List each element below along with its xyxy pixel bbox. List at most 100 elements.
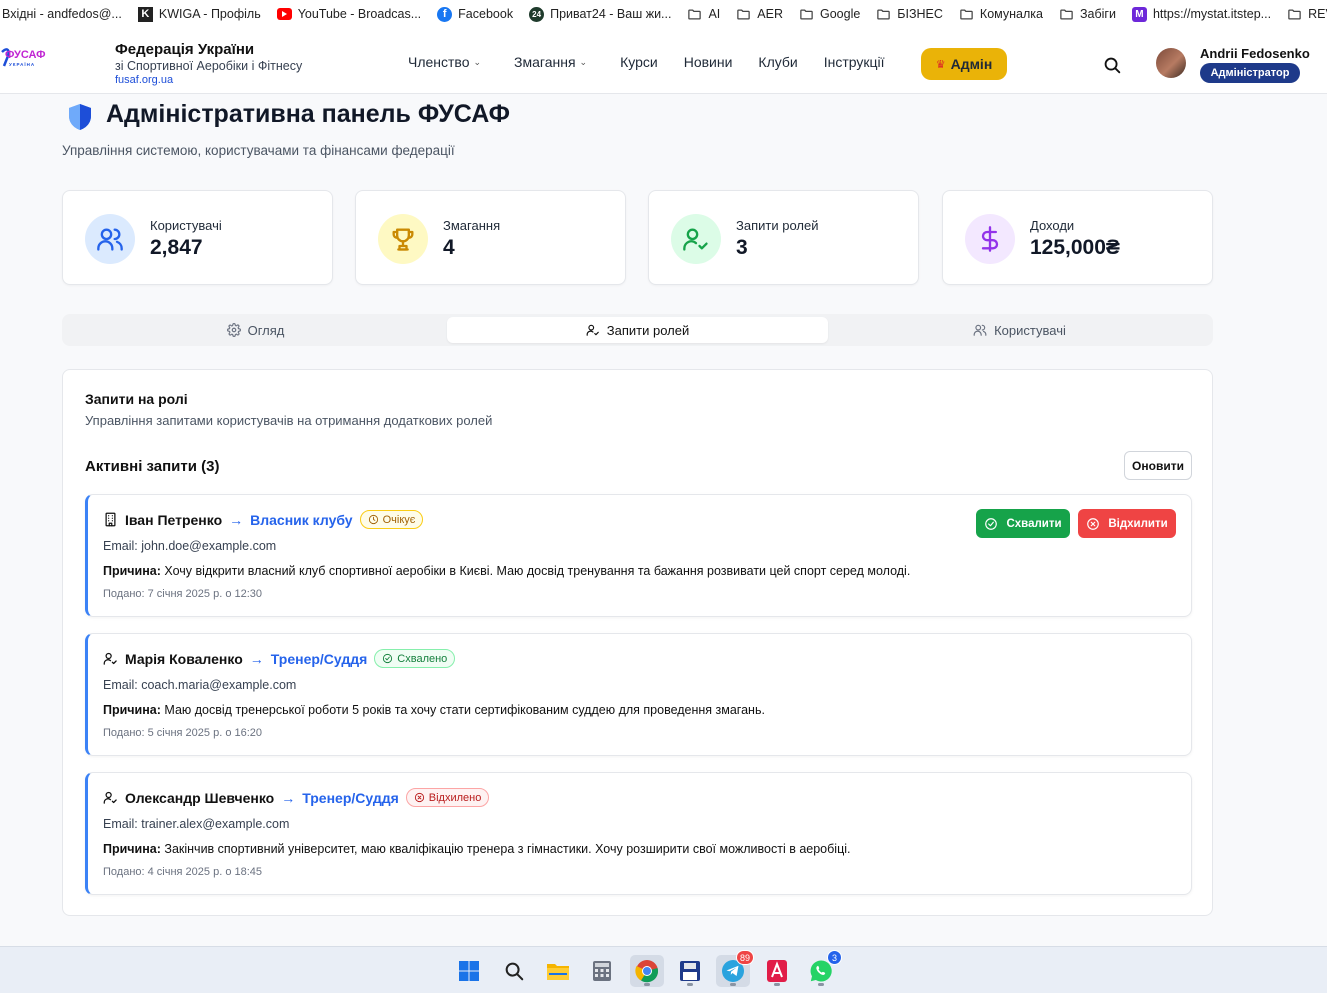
bookmark-item[interactable]: YouTube - Broadcas... bbox=[269, 0, 429, 28]
bookmark-item[interactable]: 24 Приват24 - Ваш жи... bbox=[521, 0, 679, 28]
chrome-icon bbox=[635, 959, 659, 983]
folder-icon bbox=[959, 7, 974, 22]
tab[interactable]: Запити ролей bbox=[447, 317, 828, 343]
arrow-right-icon: → bbox=[281, 789, 296, 806]
reason-prefix: Причина: bbox=[103, 842, 161, 856]
bookmark-item[interactable]: Mhttps://mystat.itstep... bbox=[1124, 0, 1279, 28]
reject-button[interactable]: Відхилити bbox=[1078, 509, 1176, 538]
taskbar-item[interactable] bbox=[630, 955, 664, 987]
folder-icon bbox=[1287, 7, 1302, 22]
brand[interactable]: Федерація України зі Спортивної Аеробіки… bbox=[115, 41, 302, 86]
request-reason-line: Причина: Маю досвід тренерської роботи 5… bbox=[103, 703, 765, 717]
bookmark-item[interactable]: Google bbox=[791, 0, 868, 28]
stat-label: Запити ролей bbox=[736, 218, 819, 233]
page-title: Адміністративна панель ФУСАФ bbox=[106, 100, 511, 128]
request-submitted: Подано: 4 січня 2025 р. о 18:45 bbox=[103, 866, 263, 878]
users-icon bbox=[973, 323, 987, 337]
user-role-badge: Адміністратор bbox=[1200, 63, 1300, 83]
request-user-name: Марія Коваленко bbox=[125, 650, 243, 667]
request-reason-line: Причина: Хочу відкрити власний клуб спор… bbox=[103, 564, 910, 578]
logo-subtext: УКРАЇНА bbox=[9, 61, 35, 67]
panel-description: Управління запитами користувачів на отри… bbox=[85, 413, 493, 428]
running-indicator bbox=[730, 983, 736, 986]
taskbar: 89 3 bbox=[0, 946, 1327, 993]
check-circle-icon bbox=[984, 517, 998, 531]
brand-subtitle: зі Спортивної Аеробіки і Фітнесу bbox=[115, 59, 303, 73]
privat24-icon: 24 bbox=[529, 6, 545, 22]
taskbar-item[interactable] bbox=[497, 955, 531, 987]
notification-badge: 3 bbox=[827, 950, 842, 965]
bookmark-item[interactable]: K KWIGA - Профіль bbox=[130, 0, 269, 28]
dollar-icon bbox=[965, 214, 1015, 264]
request-reason: Маю досвід тренерської роботи 5 років та… bbox=[164, 703, 765, 717]
tab[interactable]: Огляд bbox=[65, 317, 446, 343]
bookmark-item[interactable]: REVIT bbox=[1279, 0, 1327, 28]
nav-item[interactable]: Новини bbox=[671, 48, 746, 76]
folder-icon bbox=[1059, 7, 1074, 22]
taskbar-item[interactable]: 89 bbox=[716, 950, 754, 987]
reject-button-label: Відхилити bbox=[1108, 517, 1168, 530]
bookmark-item[interactable]: Вхідні - andfedos@... bbox=[0, 0, 130, 28]
nav-item[interactable]: Змагання ⌄ bbox=[501, 48, 607, 76]
bookmark-item[interactable]: f Facebook bbox=[429, 0, 521, 28]
taskbar-item[interactable] bbox=[585, 955, 619, 987]
users-icon bbox=[85, 214, 135, 264]
avatar[interactable] bbox=[1156, 48, 1186, 78]
stat-card: Змагання 4 bbox=[355, 190, 626, 285]
stat-card: Користувачі 2,847 bbox=[62, 190, 333, 285]
request-email-line: Email: john.doe@example.com bbox=[103, 539, 276, 553]
user-check-icon bbox=[103, 651, 118, 666]
taskbar-item[interactable] bbox=[760, 955, 794, 987]
request-email-line: Email: trainer.alex@example.com bbox=[103, 817, 289, 831]
nav-item-label: Змагання bbox=[514, 54, 576, 70]
kwiga-icon: K bbox=[137, 6, 153, 22]
folder-icon bbox=[736, 7, 751, 22]
nav-item[interactable]: Курси bbox=[607, 48, 671, 76]
bookmark-label: Приват24 - Ваш жи... bbox=[550, 7, 672, 21]
tab[interactable]: Користувачі bbox=[829, 317, 1210, 343]
bookmark-item[interactable]: AI bbox=[679, 0, 728, 28]
facebook-icon: f bbox=[437, 6, 453, 22]
bookmark-item[interactable]: БІЗНЕС bbox=[868, 0, 951, 28]
bookmark-item[interactable]: Комуналка bbox=[951, 0, 1051, 28]
running-indicator bbox=[687, 983, 693, 986]
user-check-icon bbox=[671, 214, 721, 264]
nav-item-label: Клуби bbox=[758, 54, 798, 70]
taskbar-item[interactable] bbox=[541, 955, 575, 987]
nav-item[interactable]: Клуби bbox=[745, 48, 810, 76]
arrow-right-icon: → bbox=[249, 650, 264, 667]
folder-icon bbox=[876, 7, 891, 22]
admin-button[interactable]: ♛ Адмін bbox=[921, 48, 1007, 80]
tab-label: Запити ролей bbox=[606, 322, 690, 338]
stat-card: Запити ролей 3 bbox=[648, 190, 919, 285]
approve-button[interactable]: Схвалити bbox=[976, 509, 1070, 538]
tab-label: Користувачі bbox=[994, 322, 1066, 338]
brand-site[interactable]: fusaf.org.ua bbox=[115, 74, 302, 86]
stat-label: Користувачі bbox=[150, 218, 222, 233]
logo[interactable]: ФУСАФ УКРАЇНА bbox=[0, 44, 50, 74]
role-requests-panel: Запити на ролі Управління запитами корис… bbox=[62, 369, 1213, 916]
request-reason: Хочу відкрити власний клуб спортивної ае… bbox=[164, 564, 911, 578]
notification-badge: 89 bbox=[735, 950, 754, 965]
request-reason: Закінчив спортивний університет, маю ква… bbox=[164, 842, 851, 856]
mystat-icon: M bbox=[1131, 6, 1147, 22]
status-badge: Відхилено bbox=[405, 788, 490, 807]
search-button[interactable] bbox=[1101, 54, 1123, 76]
nav-item[interactable]: Інструкції bbox=[811, 48, 898, 76]
search-icon bbox=[1104, 57, 1121, 74]
taskbar-item[interactable]: 3 bbox=[804, 950, 842, 987]
chevron-down-icon: ⌄ bbox=[579, 56, 588, 67]
refresh-button[interactable]: Оновити bbox=[1124, 451, 1192, 480]
reason-prefix: Причина: bbox=[103, 703, 161, 717]
nav-item[interactable]: Членство ⌄ bbox=[395, 48, 501, 76]
status-badge: Очікує bbox=[359, 510, 424, 529]
request-email-line: Email: coach.maria@example.com bbox=[103, 678, 296, 692]
bookmark-label: YouTube - Broadcas... bbox=[297, 7, 422, 21]
bookmark-label: Вхідні - andfedos@... bbox=[2, 7, 122, 21]
taskbar-item[interactable] bbox=[452, 955, 486, 987]
bookmark-item[interactable]: AER bbox=[728, 0, 791, 28]
bookmark-item[interactable]: Забіги bbox=[1051, 0, 1124, 28]
save-app-icon bbox=[679, 960, 701, 982]
request-user-name: Іван Петренко bbox=[125, 511, 223, 528]
taskbar-item[interactable] bbox=[673, 955, 707, 987]
